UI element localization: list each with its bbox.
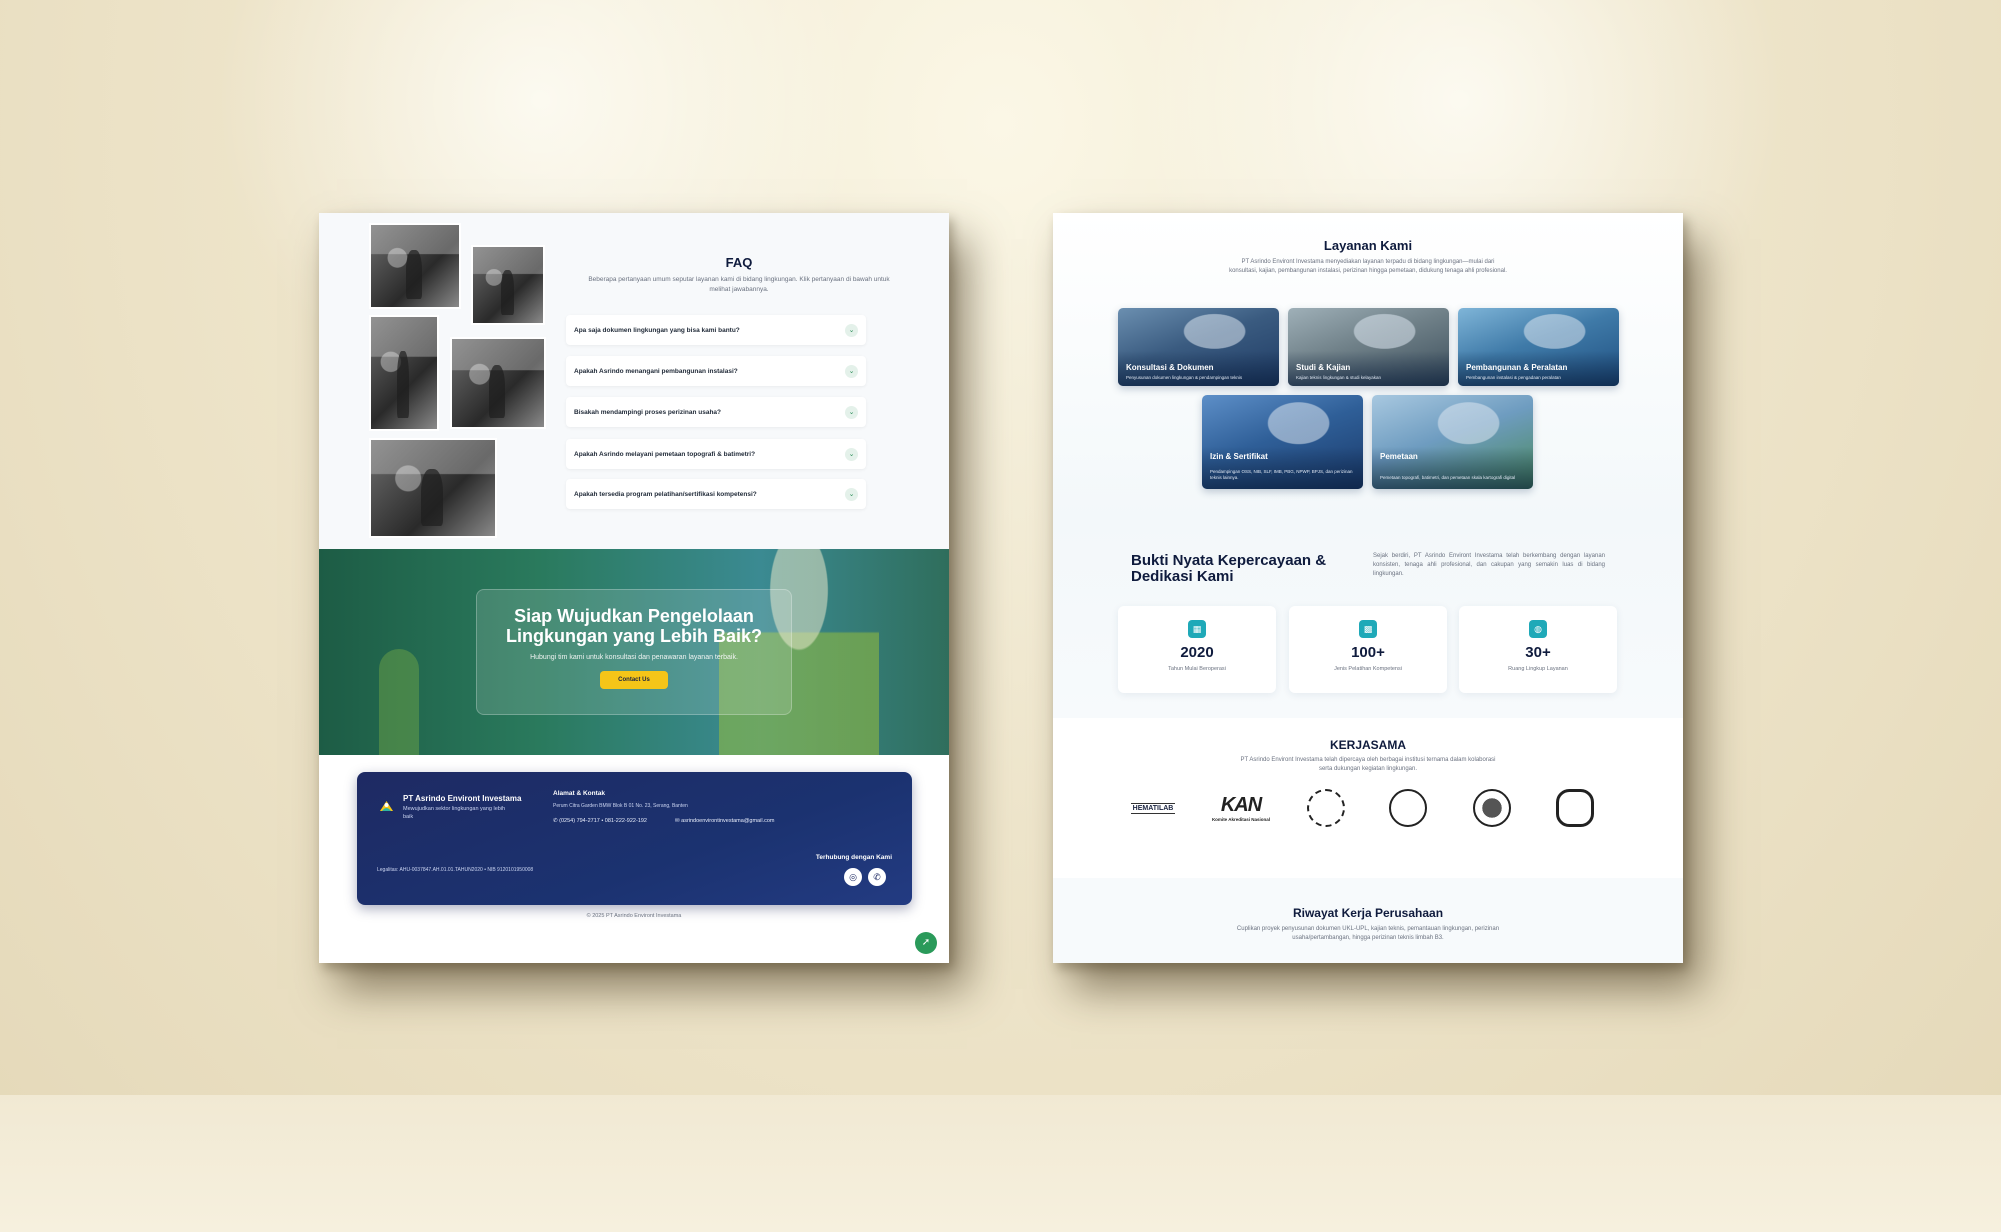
service-card-desc: Kajian teknis lingkungan & studi kelayak…: [1296, 375, 1382, 380]
service-card-desc: Penyusunan dokumen lingkungan & pendampi…: [1126, 375, 1243, 380]
proof-text: Sejak berdiri, PT Asrindo Environt Inves…: [1373, 553, 1605, 577]
chevron-down-icon[interactable]: ⌄: [845, 487, 858, 501]
service-card[interactable]: Konsultasi & Dokumen Penyusunan dokumen …: [1118, 308, 1279, 386]
footer-company-name: PT Asrindo Environt Investama: [403, 794, 522, 803]
faq-question: Apakah Asrindo melayani pemetaan topogra…: [574, 450, 756, 458]
stat-value: 2020: [1180, 644, 1214, 661]
footer-phone[interactable]: ✆ (0254) 794-2717 • 081-222-922-192: [553, 818, 647, 824]
partner-logo-subtext: Komite Akreditasi Nasional: [1211, 817, 1271, 822]
service-card-desc: Pendampingan OSS, NIB, SLF, IMB, PBG, NP…: [1210, 469, 1353, 480]
faq-photo-1: [369, 223, 461, 309]
globe-icon: [1473, 789, 1511, 827]
service-card-title: Pemetaan: [1380, 452, 1418, 461]
stat-card: ◍ 30+ Ruang Lingkup Layanan: [1459, 606, 1617, 693]
stat-label: Tahun Mulai Beroperasi: [1168, 666, 1226, 672]
faq-question: Apa saja dokumen lingkungan yang bisa ka…: [574, 326, 740, 334]
partner-logo-emblem: [1472, 788, 1512, 828]
faq-section: FAQ Beberapa pertanyaan umum seputar lay…: [319, 213, 949, 549]
footer-email-text: asrindoenvirontinvestama@gmail.com: [681, 818, 775, 824]
footer-email[interactable]: ✉ asrindoenvirontinvestama@gmail.com: [675, 818, 774, 824]
partner-logo-text: KAN: [1220, 794, 1262, 816]
faq-item[interactable]: Apa saja dokumen lingkungan yang bisa ka…: [566, 315, 866, 345]
instagram-icon[interactable]: ◎: [844, 868, 862, 886]
partners-title: KERJASAMA: [1329, 738, 1406, 752]
calendar-icon: ▦: [1188, 620, 1206, 638]
footer-address-title: Alamat & Kontak: [553, 790, 606, 797]
proof-title: Bukti Nyata Kepercayaan & Dedikasi Kami: [1131, 552, 1327, 585]
service-card-title: Konsultasi & Dokumen: [1126, 363, 1214, 372]
chevron-down-icon[interactable]: ⌄: [845, 323, 858, 337]
cta-title: Siap Wujudkan Pengelolaan Lingkungan yan…: [505, 606, 763, 646]
partner-logo-text: HEMATILAB: [1130, 802, 1176, 814]
company-logo: [380, 801, 393, 811]
service-card-desc: Pembangunan instalasi & pengadaan perala…: [1466, 375, 1561, 380]
chevron-down-icon[interactable]: ⌄: [845, 364, 858, 378]
cta-section: Siap Wujudkan Pengelolaan Lingkungan yan…: [319, 549, 949, 755]
faq-item[interactable]: Bisakah mendampingi proses perizinan usa…: [566, 397, 866, 427]
partner-logo-emblem: [1388, 788, 1428, 828]
stat-card: ▩ 100+ Jenis Pelatihan Kompetensi: [1289, 606, 1447, 693]
faq-photo-5: [369, 438, 497, 538]
service-card-title: Studi & Kajian: [1296, 363, 1351, 372]
mockup-page-left: FAQ Beberapa pertanyaan umum seputar lay…: [319, 213, 949, 963]
faq-photo-3: [369, 315, 439, 431]
service-card[interactable]: Izin & Sertifikat Pendampingan OSS, NIB,…: [1202, 395, 1363, 489]
emblem-icon: [1389, 789, 1427, 827]
footer-legal: Legalitas: AHU-0037847.AH.01.01.TAHUN202…: [377, 867, 534, 873]
partner-logo-emblem: [1306, 788, 1346, 828]
history-title: Riwayat Kerja Perusahaan: [1292, 906, 1444, 920]
contact-us-button[interactable]: Contact Us: [600, 671, 668, 689]
copyright: © 2025 PT Asrindo Environt Investama: [586, 913, 682, 919]
footer-card: PT Asrindo Environt Investama Mewujudkan…: [357, 772, 912, 905]
service-card[interactable]: Pemetaan Pemetaan topografi, batimetri, …: [1372, 395, 1533, 489]
stat-card: ▦ 2020 Tahun Mulai Beroperasi: [1118, 606, 1276, 693]
footer-tagline: Mewujudkan sektor lingkungan yang lebih …: [403, 806, 506, 820]
services-title: Layanan Kami: [1323, 238, 1413, 253]
partner-logo-kan: KAN Komite Akreditasi Nasional: [1201, 788, 1281, 828]
faq-question: Apakah tersedia program pelatihan/sertif…: [574, 490, 757, 498]
whatsapp-icon[interactable]: ✆: [868, 868, 886, 886]
stat-label: Jenis Pelatihan Kompetensi: [1334, 666, 1402, 672]
grid-icon: ▩: [1359, 620, 1377, 638]
faq-item[interactable]: Apakah Asrindo menangani pembangunan ins…: [566, 356, 866, 386]
mockup-page-right: Layanan Kami PT Asrindo Environt Investa…: [1053, 213, 1683, 963]
faq-question: Bisakah mendampingi proses perizinan usa…: [574, 408, 722, 416]
faq-photo-2: [471, 245, 545, 325]
partners-section: KERJASAMA PT Asrindo Environt Investama …: [1053, 718, 1683, 878]
partner-logo-emblem: [1555, 788, 1595, 828]
faq-item[interactable]: Apakah tersedia program pelatihan/sertif…: [566, 479, 866, 509]
services-section: Layanan Kami PT Asrindo Environt Investa…: [1053, 213, 1683, 518]
partners-subtitle: PT Asrindo Environt Investama telah dipe…: [1240, 757, 1496, 772]
service-card[interactable]: Studi & Kajian Kajian teknis lingkungan …: [1288, 308, 1449, 386]
faq-item[interactable]: Apakah Asrindo melayani pemetaan topogra…: [566, 439, 866, 469]
cta-card: Siap Wujudkan Pengelolaan Lingkungan yan…: [476, 589, 792, 715]
chevron-down-icon[interactable]: ⌄: [845, 447, 858, 461]
service-card-desc: Pemetaan topografi, batimetri, dan pemet…: [1380, 475, 1516, 480]
services-subtitle: PT Asrindo Environt Investama menyediaka…: [1229, 259, 1507, 274]
floor: [0, 1095, 2001, 1232]
faq-photo-4: [450, 337, 546, 429]
faq-question: Apakah Asrindo menangani pembangunan ins…: [574, 367, 738, 375]
footer-address: Perum Citra Garden BMW Blok B 01 No. 23,…: [553, 803, 688, 809]
footer-connect-label: Terhubung dengan Kami: [815, 854, 892, 861]
history-subtitle: Cuplikan proyek penyusunan dokumen UKL-U…: [1236, 926, 1500, 941]
faq-subtitle: Beberapa pertanyaan umum seputar layanan…: [588, 276, 890, 293]
cta-subtitle: Hubungi tim kami untuk konsultasi dan pe…: [530, 654, 738, 661]
emblem-icon: [1307, 789, 1345, 827]
service-card-title: Pembangunan & Peralatan: [1466, 363, 1568, 372]
stat-value: 100+: [1351, 644, 1385, 661]
rocket-icon[interactable]: ➚: [915, 932, 937, 954]
emblem-icon: [1556, 789, 1594, 827]
stat-label: Ruang Lingkup Layanan: [1508, 666, 1568, 672]
globe-icon: ◍: [1529, 620, 1547, 638]
faq-title: FAQ: [725, 255, 753, 270]
chevron-down-icon[interactable]: ⌄: [845, 405, 858, 419]
history-section: Riwayat Kerja Perusahaan Cuplikan proyek…: [1053, 878, 1683, 963]
stat-value: 30+: [1525, 644, 1551, 661]
partner-logo-hematilab: HEMATILAB: [1118, 788, 1188, 828]
service-card[interactable]: Pembangunan & Peralatan Pembangunan inst…: [1458, 308, 1619, 386]
footer-phone-text: (0254) 794-2717 • 081-222-922-192: [559, 818, 647, 824]
proof-section: Bukti Nyata Kepercayaan & Dedikasi Kami …: [1053, 518, 1683, 718]
service-card-title: Izin & Sertifikat: [1210, 452, 1268, 461]
